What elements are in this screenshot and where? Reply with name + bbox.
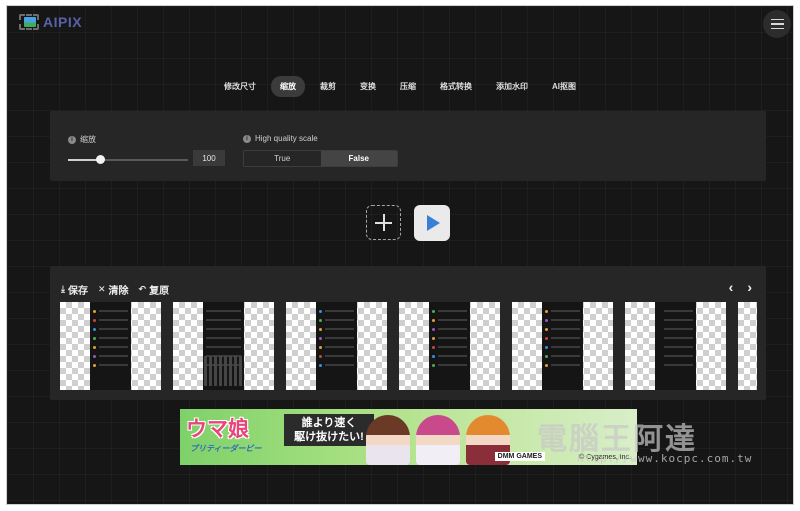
ad-character (416, 415, 460, 465)
info-icon: i (243, 134, 251, 143)
image-thumbnail[interactable] (738, 302, 757, 390)
tool-tabs: 修改尺寸 缩放 裁剪 变换 压缩 格式转换 添加水印 AI抠图 (7, 76, 793, 97)
tab-resize[interactable]: 修改尺寸 (215, 76, 265, 97)
phone-screenshot (90, 302, 131, 390)
tab-transform[interactable]: 变换 (351, 76, 385, 97)
phone-screenshot (542, 302, 583, 390)
hq-true-option[interactable]: True (244, 151, 321, 166)
image-thumbnail[interactable] (399, 302, 500, 390)
ad-slogan: 誰より速く 駆け抜けたい! (284, 414, 374, 446)
undo-icon: ↶ (138, 284, 147, 294)
tab-crop[interactable]: 裁剪 (311, 76, 345, 97)
app-window: AIPIX 修改尺寸 缩放 裁剪 变换 压缩 格式转换 添加水印 AI抠图 i … (6, 5, 794, 505)
scale-slider[interactable] (68, 155, 188, 164)
tab-convert[interactable]: 格式转换 (431, 76, 481, 97)
download-icon: ⤓ (61, 284, 65, 294)
ad-character (366, 415, 410, 465)
image-thumbnail[interactable] (625, 302, 726, 390)
phone-screenshot (316, 302, 357, 390)
scale-label: i 缩放 (68, 134, 96, 145)
hq-false-option[interactable]: False (320, 151, 397, 166)
chevron-right-icon[interactable]: › (747, 280, 752, 294)
image-thumbnail[interactable] (286, 302, 387, 390)
tab-watermark[interactable]: 添加水印 (487, 76, 537, 97)
restore-button[interactable]: ↶ 复原 (139, 282, 170, 297)
settings-panel: i 缩放 i High quality scale True False (50, 111, 766, 181)
hamburger-icon (770, 18, 784, 21)
add-image-button[interactable] (366, 205, 401, 240)
gallery-actions: ⤓ 保存 ✕ 清除 ↶ 复原 (61, 282, 169, 297)
slider-handle[interactable] (96, 155, 106, 164)
scale-input[interactable] (193, 150, 225, 166)
ad-title: ウマ娘 (186, 418, 249, 441)
tab-ai-cutout[interactable]: AI抠图 (543, 76, 585, 97)
close-icon: ✕ (97, 284, 106, 294)
phone-screenshot (655, 302, 696, 390)
menu-button[interactable] (763, 10, 791, 38)
image-thumbnail[interactable] (512, 302, 613, 390)
thumbnail-strip (60, 302, 757, 390)
image-thumbnail[interactable] (60, 302, 161, 390)
app-name: AIPIX (43, 14, 83, 30)
chevron-left-icon[interactable]: ‹ (729, 280, 734, 294)
app-logo[interactable]: AIPIX (19, 14, 82, 30)
image-icon (19, 14, 39, 30)
hq-scale-label: i High quality scale (243, 134, 318, 143)
phone-screenshot (429, 302, 470, 390)
hq-scale-toggle: True False (243, 150, 398, 167)
tab-scale[interactable]: 缩放 (271, 76, 305, 97)
site-watermark-url: http://www.kocpc.com.tw (577, 452, 753, 465)
save-button[interactable]: ⤓ 保存 (61, 282, 88, 297)
ad-subtitle: プリティーダービー (190, 444, 262, 453)
tab-compress[interactable]: 压缩 (391, 76, 425, 97)
phone-screenshot (203, 302, 244, 390)
image-thumbnail[interactable] (173, 302, 274, 390)
play-icon (427, 215, 440, 231)
clear-button[interactable]: ✕ 清除 (98, 282, 129, 297)
run-button[interactable] (414, 205, 450, 241)
image-gallery: ⤓ 保存 ✕ 清除 ↶ 复原 ‹ › (50, 266, 766, 400)
info-icon: i (68, 135, 76, 144)
gallery-nav: ‹ › (729, 280, 752, 294)
